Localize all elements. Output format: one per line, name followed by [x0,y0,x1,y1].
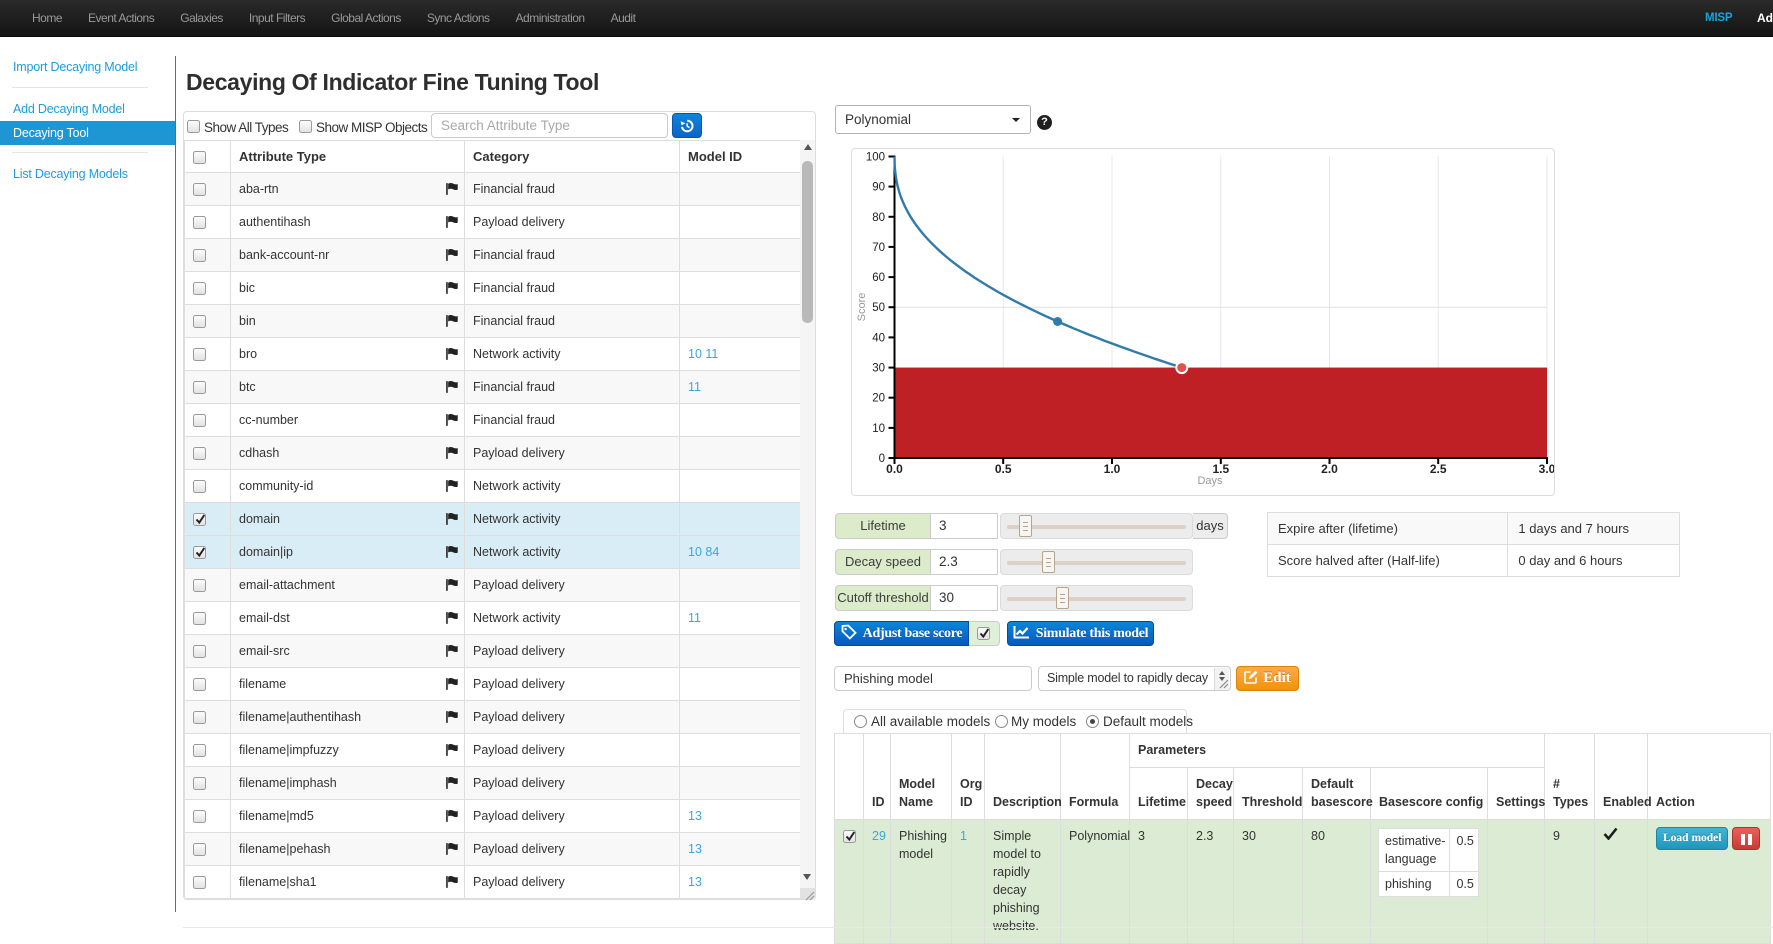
svg-text:1.5: 1.5 [1212,462,1229,476]
svg-text:0.5: 0.5 [995,462,1012,476]
svg-text:40: 40 [872,332,885,344]
svg-text:70: 70 [872,242,885,254]
svg-text:0: 0 [879,453,885,465]
svg-text:Score: Score [856,293,868,322]
svg-text:20: 20 [872,393,885,405]
svg-text:60: 60 [872,272,885,284]
svg-text:Days: Days [1197,475,1223,487]
svg-text:50: 50 [872,302,885,314]
svg-text:0.0: 0.0 [886,462,903,476]
svg-text:100: 100 [866,152,885,164]
svg-text:2.5: 2.5 [1430,462,1447,476]
svg-text:80: 80 [872,212,885,224]
svg-text:2.0: 2.0 [1321,462,1338,476]
svg-text:3.0: 3.0 [1539,462,1554,476]
svg-text:10: 10 [872,423,885,435]
svg-text:1.0: 1.0 [1104,462,1121,476]
svg-text:30: 30 [872,363,885,375]
svg-text:90: 90 [872,182,885,194]
